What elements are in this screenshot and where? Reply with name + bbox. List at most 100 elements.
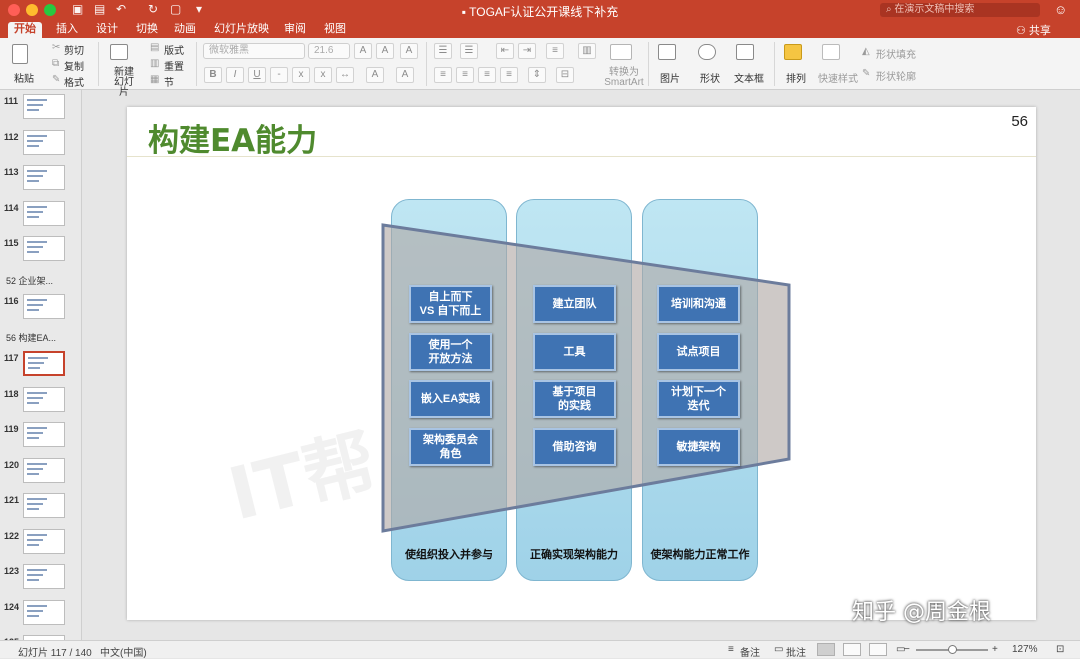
slide-thumbnail[interactable] bbox=[23, 293, 65, 319]
section-header[interactable]: 56 构建EA... bbox=[6, 331, 56, 344]
slide-title[interactable]: 构建EA能力 bbox=[148, 115, 317, 160]
share-button[interactable]: ⚇ 共享 bbox=[1016, 22, 1051, 38]
tab-home[interactable]: 开始 bbox=[8, 22, 42, 38]
align-left-icon[interactable]: ≡ bbox=[434, 67, 452, 83]
textbox-icon[interactable] bbox=[736, 44, 754, 60]
slide-thumbnail[interactable] bbox=[23, 493, 65, 518]
cell-pilot-project[interactable]: 试点项目 bbox=[657, 333, 740, 371]
arrange-icon[interactable] bbox=[784, 44, 802, 60]
tab-design[interactable]: 设计 bbox=[90, 22, 124, 38]
shape-fill-button[interactable]: 形状填充 bbox=[876, 46, 916, 61]
tab-view[interactable]: 视图 bbox=[318, 22, 352, 38]
text-direction-icon[interactable]: ⇕ bbox=[528, 67, 546, 83]
shape-icon[interactable] bbox=[698, 44, 716, 60]
change-case-icon[interactable]: A bbox=[366, 67, 384, 83]
slide-thumbnail[interactable] bbox=[23, 599, 65, 625]
slide-thumbnail[interactable] bbox=[23, 94, 65, 119]
cell-tools[interactable]: 工具 bbox=[533, 333, 616, 371]
align-text-icon[interactable]: ⊟ bbox=[556, 67, 574, 83]
shape-button[interactable]: 形状 bbox=[700, 70, 720, 85]
subscript-icon[interactable]: x bbox=[314, 67, 332, 83]
new-slide-icon[interactable] bbox=[110, 44, 128, 60]
slide-canvas[interactable]: 构建EA能力 56 IT帮 使组织投入并参与 正确实现架构能力 使架构能力正常工… bbox=[127, 107, 1036, 620]
tab-slideshow[interactable]: 幻灯片放映 bbox=[208, 22, 275, 38]
format-painter-button[interactable]: 格式 bbox=[64, 74, 84, 89]
normal-view-button[interactable] bbox=[817, 643, 835, 656]
bold-icon[interactable]: B bbox=[204, 67, 222, 83]
cell-plan-next-iteration[interactable]: 计划下一个 迭代 bbox=[657, 380, 740, 418]
textbox-button[interactable]: 文本框 bbox=[734, 70, 764, 85]
cell-open-method[interactable]: 使用一个 开放方法 bbox=[409, 333, 492, 371]
cell-training-communication[interactable]: 培训和沟通 bbox=[657, 285, 740, 323]
decrease-indent-icon[interactable]: ⇤ bbox=[496, 43, 514, 59]
slide-thumbnail[interactable] bbox=[23, 422, 65, 447]
notes-button[interactable]: 备注 bbox=[740, 644, 760, 659]
reset-button[interactable]: 重置 bbox=[164, 58, 184, 73]
funnel-shape[interactable] bbox=[381, 223, 793, 535]
section-header[interactable]: 52 企业架... bbox=[6, 274, 53, 287]
slide-thumbnail[interactable] bbox=[23, 351, 65, 376]
font-size-select[interactable]: 21.6 bbox=[308, 43, 350, 59]
arrange-button[interactable]: 排列 bbox=[786, 70, 806, 85]
slide-thumbnail[interactable] bbox=[23, 129, 65, 155]
cell-consulting[interactable]: 借助咨询 bbox=[533, 428, 616, 466]
decrease-font-icon[interactable]: A bbox=[376, 43, 394, 59]
cell-build-team[interactable]: 建立团队 bbox=[533, 285, 616, 323]
bullets-icon[interactable]: ☰ bbox=[434, 43, 452, 59]
slide-thumbnail[interactable] bbox=[23, 200, 65, 226]
zoom-in-icon[interactable]: + bbox=[992, 644, 998, 655]
cell-embed-ea-practice[interactable]: 嵌入EA实践 bbox=[409, 380, 492, 418]
superscript-icon[interactable]: x bbox=[292, 67, 310, 83]
reading-view-button[interactable] bbox=[869, 643, 887, 656]
slide-thumbnail-panel[interactable]: 111112113114115▾ 52 企业架...116▾ 56 构建EA..… bbox=[0, 90, 82, 640]
tab-transitions[interactable]: 切换 bbox=[130, 22, 164, 38]
align-right-icon[interactable]: ≡ bbox=[478, 67, 496, 83]
cell-architecture-board-role[interactable]: 架构委员会 角色 bbox=[409, 428, 492, 466]
slide-thumbnail[interactable] bbox=[23, 564, 65, 589]
slide-thumbnail[interactable] bbox=[23, 386, 65, 412]
copy-button[interactable]: 复制 bbox=[64, 58, 84, 73]
zoom-level[interactable]: 127% bbox=[1012, 644, 1038, 655]
convert-smartart-button[interactable]: 转换为 SmartArt bbox=[604, 68, 644, 88]
smartart-icon[interactable] bbox=[610, 44, 632, 60]
slide-thumbnail[interactable] bbox=[23, 457, 65, 483]
shape-outline-button[interactable]: 形状轮廓 bbox=[876, 68, 916, 83]
align-center-icon[interactable]: ≡ bbox=[456, 67, 474, 83]
feedback-smiley-icon[interactable]: ☺ bbox=[1054, 2, 1067, 17]
search-input[interactable]: ⌕ 在演示文稿中搜索 bbox=[880, 3, 1040, 17]
slide-thumbnail[interactable] bbox=[23, 236, 65, 261]
quick-styles-icon[interactable] bbox=[822, 44, 840, 60]
slide-thumbnail[interactable] bbox=[23, 528, 65, 554]
underline-icon[interactable]: U bbox=[248, 67, 266, 83]
char-spacing-icon[interactable]: ↔ bbox=[336, 67, 354, 83]
zoom-out-icon[interactable]: − bbox=[904, 644, 910, 655]
zoom-slider-handle[interactable] bbox=[948, 645, 957, 654]
tab-insert[interactable]: 插入 bbox=[50, 22, 84, 38]
font-name-select[interactable]: 微软雅黑 bbox=[203, 43, 305, 59]
language-indicator[interactable]: 中文(中国) bbox=[100, 644, 147, 659]
new-slide-button[interactable]: 新建 幻灯片 bbox=[110, 68, 138, 98]
font-color-icon[interactable]: A bbox=[396, 67, 414, 83]
tab-animations[interactable]: 动画 bbox=[168, 22, 202, 38]
slide-sorter-view-button[interactable] bbox=[843, 643, 861, 656]
cell-project-based-practice[interactable]: 基于项目 的实践 bbox=[533, 380, 616, 418]
increase-indent-icon[interactable]: ⇥ bbox=[518, 43, 536, 59]
slide-thumbnail[interactable] bbox=[23, 165, 65, 190]
cell-agile-architecture[interactable]: 敏捷架构 bbox=[657, 428, 740, 466]
clear-format-icon[interactable]: A bbox=[400, 43, 418, 59]
paste-icon[interactable] bbox=[12, 44, 28, 64]
line-spacing-icon[interactable]: ≡ bbox=[546, 43, 564, 59]
fit-to-window-icon[interactable]: ⊡ bbox=[1056, 644, 1064, 655]
increase-font-icon[interactable]: A bbox=[354, 43, 372, 59]
cell-top-down-vs-bottom-up[interactable]: 自上而下 VS 自下而上 bbox=[409, 285, 492, 323]
layout-button[interactable]: 版式 bbox=[164, 42, 184, 57]
picture-button[interactable]: 图片 bbox=[660, 70, 680, 85]
italic-icon[interactable]: I bbox=[226, 67, 244, 83]
tab-review[interactable]: 审阅 bbox=[278, 22, 312, 38]
justify-icon[interactable]: ≡ bbox=[500, 67, 518, 83]
paste-button[interactable]: 粘贴 bbox=[14, 70, 34, 85]
quick-styles-button[interactable]: 快速样式 bbox=[818, 70, 858, 85]
comments-button[interactable]: 批注 bbox=[786, 644, 806, 659]
columns-icon[interactable]: ▥ bbox=[578, 43, 596, 59]
picture-icon[interactable] bbox=[658, 44, 676, 60]
